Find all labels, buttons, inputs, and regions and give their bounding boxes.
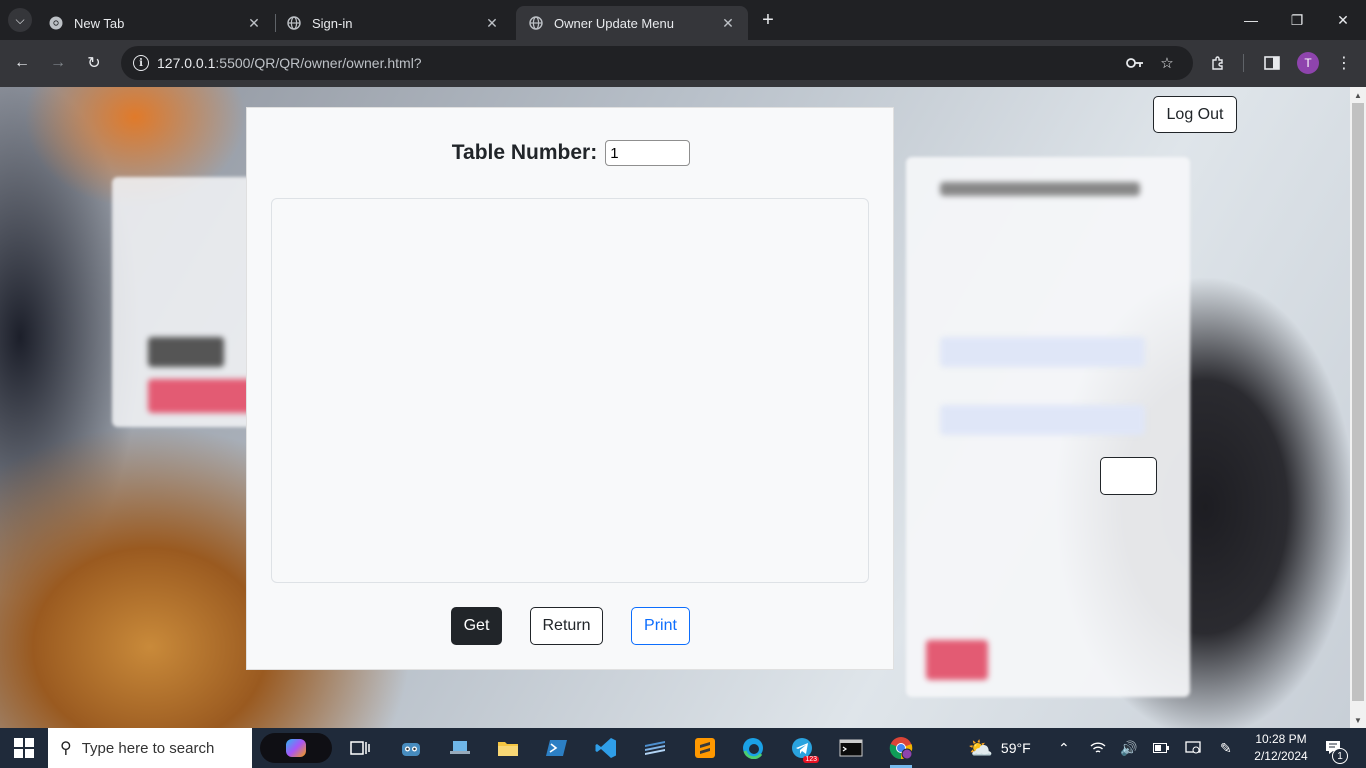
address-bar[interactable]: i 127.0.0.1:5500/QR/QR/owner/owner.html?… (121, 46, 1193, 80)
return-button[interactable]: Return (530, 607, 603, 645)
table-number-input[interactable] (605, 140, 691, 166)
extensions-puzzle-icon[interactable] (1206, 51, 1230, 75)
file-explorer-icon[interactable] (493, 733, 523, 763)
powershell-icon[interactable] (542, 733, 572, 763)
taskbar-clock[interactable]: 10:28 PM 2/12/2024 (1248, 731, 1314, 765)
background-blurred-button (926, 640, 988, 680)
globe-icon (286, 15, 302, 31)
telegram-icon[interactable]: 123 (787, 733, 819, 763)
pen-icon[interactable]: ✎ (1220, 728, 1232, 768)
laptop-app-icon[interactable] (445, 733, 475, 763)
tab-strip: ⌵ New Tab ✕ Sign-in ✕ Owner Update Menu … (0, 0, 1366, 40)
godot-icon[interactable] (396, 733, 426, 763)
site-info-icon[interactable]: i (133, 55, 149, 71)
background-blurred-input (940, 405, 1145, 435)
tab-sign-in[interactable]: Sign-in ✕ (274, 6, 512, 40)
clock-time: 10:28 PM (1255, 732, 1307, 746)
close-window-icon[interactable]: ✕ (1320, 0, 1366, 40)
minimize-icon[interactable]: — (1228, 0, 1274, 40)
background-partial-button (1100, 457, 1157, 495)
background-blurred-button (148, 379, 258, 413)
close-icon[interactable]: ✕ (246, 15, 262, 31)
side-panel-icon[interactable] (1260, 51, 1284, 75)
tab-new-tab[interactable]: New Tab ✕ (36, 6, 274, 40)
order-output-area (271, 198, 869, 583)
volume-icon[interactable]: 🔊 (1120, 728, 1137, 768)
profile-avatar[interactable]: T (1297, 52, 1319, 74)
background-blurred-text (940, 182, 1140, 196)
search-icon: ⚲ (60, 740, 72, 757)
chrome-taskbar-icon[interactable] (886, 733, 916, 768)
search-placeholder: Type here to search (81, 739, 215, 757)
scroll-down-arrow-icon[interactable]: ▼ (1350, 712, 1366, 728)
url-host: 127.0.0.1 (157, 55, 216, 71)
windows-taskbar: ⚲ Type here to search 123 ⛅ 59°F ⌃ 🔊 ✎ 1… (0, 728, 1366, 768)
scrollbar-thumb[interactable] (1352, 103, 1364, 701)
toolbar-divider (1243, 54, 1244, 72)
chevron-up-icon[interactable]: ⌃ (1058, 728, 1070, 768)
globe-icon (528, 15, 544, 31)
table-number-row: Table Number: (247, 140, 895, 166)
key-icon[interactable] (1126, 54, 1144, 72)
print-button[interactable]: Print (631, 607, 690, 645)
scroll-up-arrow-icon[interactable]: ▲ (1350, 87, 1366, 103)
back-arrow-icon[interactable]: ← (10, 51, 34, 75)
telegram-badge: 123 (803, 756, 819, 763)
stacked-app-icon[interactable] (640, 733, 670, 763)
terminal-icon[interactable] (836, 733, 866, 763)
table-number-label: Table Number: (451, 141, 598, 164)
close-icon[interactable]: ✕ (484, 15, 500, 31)
taskbar-search-box[interactable]: ⚲ Type here to search (48, 728, 252, 768)
forward-arrow-icon[interactable]: → (46, 51, 70, 75)
restore-icon[interactable]: ❐ (1274, 0, 1320, 40)
chevron-down-icon: ⌵ (15, 12, 25, 27)
owner-update-card: Table Number: Get Return Print (246, 107, 894, 670)
url-path: :5500/QR/QR/owner/owner.html? (215, 55, 422, 71)
more-menu-icon[interactable]: ⋮ (1332, 51, 1356, 75)
sublime-text-icon[interactable] (690, 733, 720, 763)
vscode-icon[interactable] (591, 733, 621, 763)
wifi-icon[interactable] (1090, 728, 1106, 768)
tab-title: Sign-in (312, 15, 353, 31)
edge-icon[interactable] (738, 733, 768, 763)
logout-button[interactable]: Log Out (1153, 96, 1237, 133)
copilot-icon[interactable] (260, 733, 332, 763)
tab-owner-update-menu[interactable]: Owner Update Menu ✕ (516, 6, 748, 40)
background-blurred-input (940, 337, 1145, 367)
weather-temp: 59°F (1000, 740, 1031, 756)
background-blurred-button (148, 337, 224, 367)
windows-start-icon[interactable] (14, 738, 34, 758)
page-viewport: Table Number: Get Return Print Log Out ▲… (0, 87, 1366, 728)
get-button[interactable]: Get (451, 607, 502, 645)
browser-toolbar: ← → ↻ i 127.0.0.1:5500/QR/QR/owner/owner… (0, 40, 1366, 87)
weather-cloud-icon: ⛅ (968, 737, 993, 760)
reload-icon[interactable]: ↻ (82, 51, 106, 75)
star-bookmark-icon[interactable]: ☆ (1158, 54, 1176, 72)
clock-date: 2/12/2024 (1254, 749, 1308, 763)
close-icon[interactable]: ✕ (720, 15, 736, 31)
tab-title: New Tab (74, 15, 125, 31)
task-view-icon[interactable] (345, 733, 375, 763)
tab-title: Owner Update Menu (554, 15, 674, 31)
notification-count: 1 (1332, 748, 1348, 764)
url-text[interactable]: 127.0.0.1:5500/QR/QR/owner/owner.html? (157, 55, 422, 71)
new-tab-plus-icon[interactable]: + (758, 10, 778, 30)
chrome-icon (48, 15, 64, 31)
weather-widget[interactable]: ⛅ 59°F (968, 728, 1031, 768)
tab-search-button[interactable]: ⌵ (8, 8, 32, 32)
battery-icon[interactable] (1153, 728, 1169, 768)
display-settings-icon[interactable] (1185, 728, 1201, 768)
